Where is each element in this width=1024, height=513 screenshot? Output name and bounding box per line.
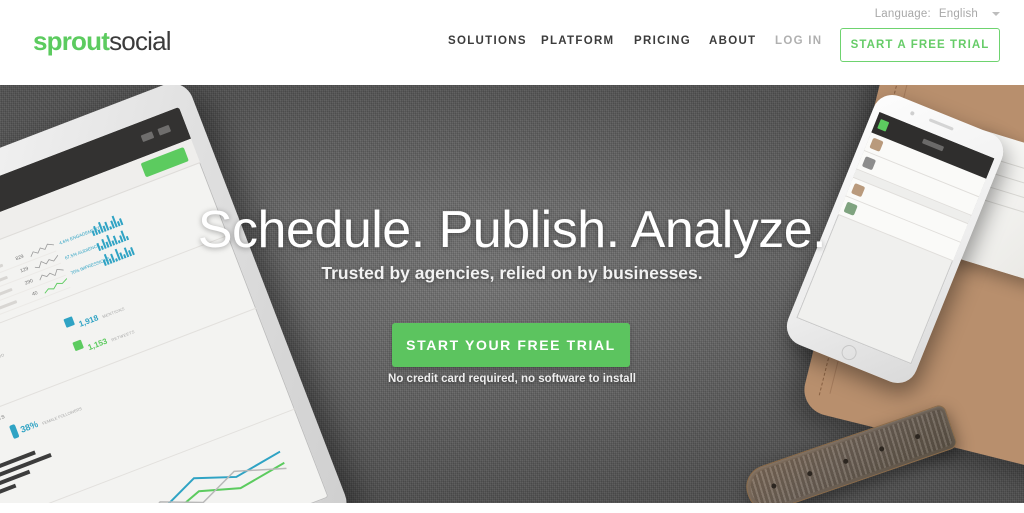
- sprout-app-icon: [877, 118, 890, 132]
- hero-headline: Schedule. Publish. Analyze.: [197, 201, 827, 259]
- avatar: [850, 182, 866, 198]
- start-free-trial-button[interactable]: START A FREE TRIAL: [840, 28, 1000, 62]
- retweet-icon: [72, 339, 84, 352]
- sproutsocial-logo[interactable]: sproutsocial: [33, 26, 172, 56]
- hero-section: AUDIENCE REPORT 829: [0, 85, 1024, 503]
- avatar: [861, 156, 877, 171]
- chevron-down-icon: [992, 11, 1000, 16]
- app-title-placeholder: [921, 138, 945, 152]
- at-icon: [63, 316, 75, 328]
- language-value: English: [938, 8, 978, 20]
- phone-camera: [909, 110, 915, 116]
- stat-label: MENTIONS: [101, 305, 126, 320]
- hero-cta-button[interactable]: START YOUR FREE TRIAL: [392, 323, 630, 367]
- hero-subheadline: Trusted by agencies, relied on by busine…: [321, 263, 703, 283]
- female-person-icon: [8, 424, 20, 440]
- language-selector[interactable]: Language: English: [875, 8, 1000, 20]
- stat-value: 1,153: [86, 336, 109, 353]
- stat-value: 1,918: [77, 313, 100, 329]
- landing-page: sproutsocial SOLUTIONS PLATFORM PRICING …: [0, 0, 1024, 513]
- nav-item-pricing[interactable]: PRICING: [634, 35, 691, 47]
- demographic-pct: 38%: [18, 418, 40, 435]
- nav-item-platform[interactable]: PLATFORM: [541, 35, 614, 47]
- metric-value: 40: [31, 290, 39, 298]
- logo-social-text: social: [109, 26, 171, 56]
- hero-disclaimer: No credit card required, no software to …: [388, 373, 636, 385]
- nav-item-login[interactable]: LOG IN: [775, 35, 822, 47]
- site-header: sproutsocial SOLUTIONS PLATFORM PRICING …: [0, 0, 1024, 85]
- avatar: [869, 137, 884, 152]
- stat-label: RETWEETS: [110, 328, 136, 343]
- nav-item-about[interactable]: ABOUT: [709, 35, 756, 47]
- logo-sprout-text: sprout: [33, 26, 110, 56]
- language-label: Language:: [874, 8, 931, 20]
- phone-home-button[interactable]: [839, 342, 859, 363]
- phone-speaker: [928, 118, 954, 131]
- nav-item-solutions[interactable]: SOLUTIONS: [448, 35, 527, 47]
